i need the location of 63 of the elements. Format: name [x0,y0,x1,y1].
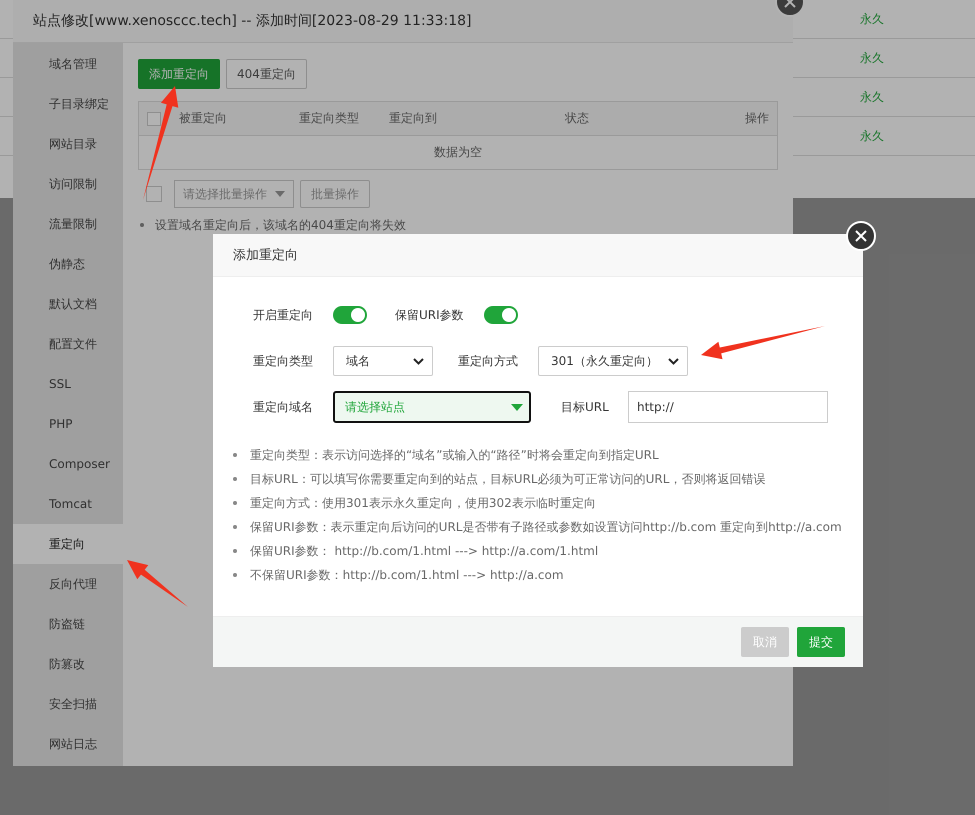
toggle-label: 开启重定向 [253,306,314,324]
toggle-label: 保留URI参数 [395,306,465,324]
select-field[interactable]: 301（永久重定向） [538,346,688,376]
sidebar-item[interactable]: 防篡改 [13,644,123,684]
batch-select[interactable]: 请选择批量操作 [174,180,294,208]
pointer-arrow [127,560,188,607]
column-header: 状态 [565,110,589,127]
chevron-icon [668,358,679,364]
table-cell: 永久 [860,88,884,106]
site-select[interactable]: 请选择站点 [333,391,531,423]
sidebar-item[interactable]: 反向代理 [13,564,123,604]
note-text: 设置域名重定向后，该域名的404重定向将失效 [138,216,778,234]
select-field[interactable]: 域名 [333,346,433,376]
sidebar-item[interactable]: 网站日志 [13,724,123,764]
sidebar-item[interactable]: 配置文件 [13,324,123,364]
help-text: 不保留URI参数：http://b.com/1.html ---> http://a.com [233,563,863,587]
field-label: 重定向域名 [253,398,314,416]
dropdown-icon [511,404,523,410]
sidebar-item[interactable]: SSL [13,364,123,404]
chevron-icon [413,358,424,364]
empty-message: 数据为空 [434,144,482,161]
dropdown-icon [275,191,285,197]
checkbox[interactable] [146,186,162,202]
submit-button[interactable]: 提交 [797,627,845,657]
column-header: 重定向类型 [299,110,359,127]
add-redirect-button[interactable]: 添加重定向 [138,59,220,89]
sidebar-item[interactable]: 流量限制 [13,204,123,244]
table-cell: 永久 [860,50,884,66]
toggle-switch[interactable] [333,306,367,324]
sidebar-item[interactable]: 域名管理 [13,44,123,84]
column-header: 重定向到 [389,110,437,127]
sidebar-item[interactable]: 访问限制 [13,164,123,204]
checkbox[interactable] [147,112,161,126]
toggle-switch[interactable] [484,306,518,324]
table-cell: 永久 [860,128,884,144]
sidebar-item[interactable]: 重定向 [13,524,123,564]
help-text: 保留URI参数： http://b.com/1.html ---> http://a.com/1.html [233,539,863,563]
redirect-404-button[interactable]: 404重定向 [226,59,307,89]
field-label: 重定向方式 [458,352,519,370]
sidebar-item[interactable]: 默认文档 [13,284,123,324]
column-header: 操作 [745,110,769,127]
batch-button[interactable]: 批量操作 [300,180,370,208]
dialog-title: 站点修改[www.xenosccc.tech] -- 添加时间[2023-08-29 11:33:18] [33,12,472,30]
table-cell: 永久 [860,10,884,28]
help-text: 保留URI参数：表示重定向后访问的URL是否带有子路径或参数如设置访问http://b.com 重定向到http://a.com [233,515,863,539]
sidebar-item[interactable]: PHP [13,404,123,444]
sidebar-item[interactable]: 子目录绑定 [13,84,123,124]
help-text: 重定向类型：表示访问选择的“域名”或输入的“路径”时将会重定向到指定URL [233,443,863,467]
column-header: 被重定向 [179,110,227,127]
close-button[interactable] [846,221,876,251]
dialog-title: 添加重定向 [233,247,298,264]
sidebar-item[interactable]: Tomcat [13,484,123,524]
sidebar-item[interactable]: Composer [13,444,123,484]
sidebar-item[interactable]: 伪静态 [13,244,123,284]
close-icon [855,230,867,242]
sidebar-item[interactable]: 防盗链 [13,604,123,644]
help-text: 目标URL：可以填写你需要重定向到的站点，目标URL必须为可正常访问的URL，否则将返回错误 [233,467,863,491]
help-text: 重定向方式：使用301表示永久重定向，使用302表示临时重定向 [233,491,863,515]
url-input[interactable]: http:// [628,391,828,423]
sidebar-item[interactable]: 安全扫描 [13,684,123,724]
sidebar-item[interactable]: 网站目录 [13,124,123,164]
field-label: 重定向类型 [253,352,314,370]
field-label: 目标URL [561,398,610,416]
